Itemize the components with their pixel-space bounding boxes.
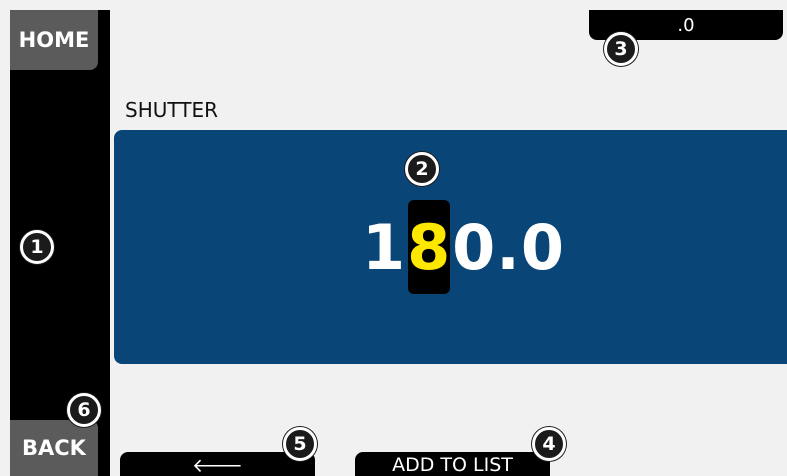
back-button[interactable]: BACK bbox=[10, 420, 98, 476]
callout-2: 2 bbox=[405, 152, 439, 186]
callout-6: 6 bbox=[67, 393, 101, 427]
add-to-list-button[interactable]: ADD TO LIST bbox=[355, 452, 550, 476]
parameter-label: SHUTTER bbox=[125, 98, 218, 122]
value-digit-prefix: 1 bbox=[362, 210, 407, 284]
arrow-left-icon: 🡐 bbox=[192, 455, 243, 476]
callout-3: 3 bbox=[604, 32, 638, 66]
callout-5: 5 bbox=[283, 427, 317, 461]
digit-cursor[interactable]: 8 bbox=[407, 200, 450, 294]
back-arrow-button[interactable]: 🡐 bbox=[120, 452, 315, 476]
home-button[interactable]: HOME bbox=[10, 10, 98, 70]
callout-4: 4 bbox=[532, 427, 566, 461]
shutter-value-display[interactable]: 1 8 0.0 bbox=[362, 200, 565, 294]
value-digit-suffix: 0.0 bbox=[452, 210, 565, 284]
callout-1: 1 bbox=[20, 230, 54, 264]
